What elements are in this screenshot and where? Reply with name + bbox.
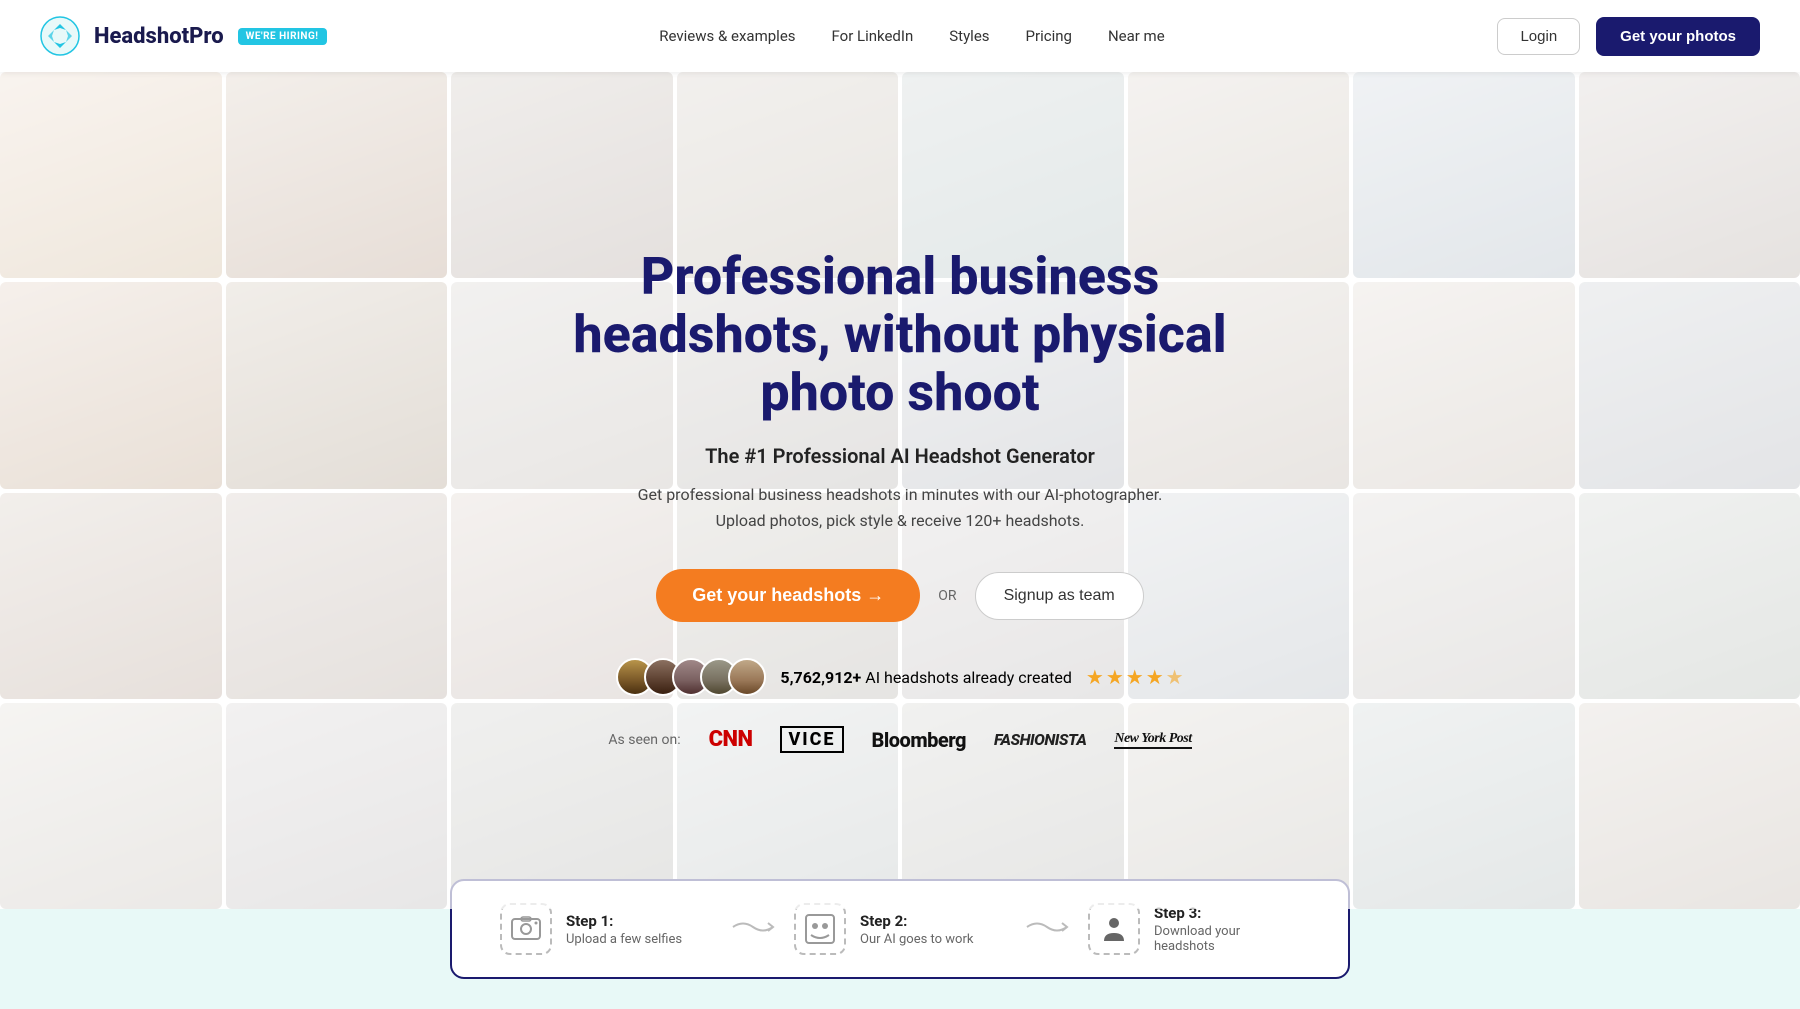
- selfie-icon: [510, 913, 542, 945]
- step-arrow-2: [1022, 913, 1072, 946]
- proof-count-text: 5,762,912+ AI headshots already created: [780, 668, 1071, 687]
- media-logo-cnn: CNN: [709, 727, 753, 752]
- step-2: Step 2: Our AI goes to work: [794, 903, 1006, 955]
- download-headshot-icon: [1098, 913, 1130, 945]
- nav-link-linkedin[interactable]: For LinkedIn: [832, 27, 914, 45]
- signup-team-button[interactable]: Signup as team: [975, 572, 1144, 620]
- step-3-text: Step 3: Download your headshots: [1154, 904, 1300, 954]
- nav-link-styles[interactable]: Styles: [949, 27, 989, 45]
- nav-link-near-me[interactable]: Near me: [1108, 27, 1165, 45]
- star-3: ★: [1126, 665, 1144, 689]
- step-2-desc: Our AI goes to work: [860, 932, 973, 947]
- hero-content: Professional business headshots, without…: [510, 208, 1290, 774]
- star-half: ★: [1166, 665, 1184, 689]
- step-2-icon: [794, 903, 846, 955]
- proof-label: AI headshots already created: [861, 668, 1072, 687]
- step-3: Step 3: Download your headshots: [1088, 903, 1300, 955]
- step-3-desc: Download your headshots: [1154, 924, 1300, 954]
- nav-links: Reviews & examples For LinkedIn Styles P…: [659, 27, 1164, 45]
- hero-title: Professional business headshots, without…: [530, 248, 1270, 423]
- star-2: ★: [1106, 665, 1124, 689]
- step-1: Step 1: Upload a few selfies: [500, 903, 712, 955]
- star-1: ★: [1086, 665, 1104, 689]
- step-1-desc: Upload a few selfies: [566, 932, 682, 947]
- as-seen-label: As seen on:: [608, 732, 680, 748]
- nav-link-reviews[interactable]: Reviews & examples: [659, 27, 795, 45]
- avatar: [728, 658, 766, 696]
- media-logo-bloomberg: Bloomberg: [872, 728, 966, 752]
- step-1-icon: [500, 903, 552, 955]
- as-seen-section: As seen on: CNN VICE Bloomberg FASHIONIS…: [530, 726, 1270, 753]
- media-logo-fashionista: FASHIONISTA: [994, 730, 1086, 749]
- media-logo-vice: VICE: [780, 726, 843, 753]
- get-headshots-button[interactable]: Get your headshots →: [656, 569, 920, 622]
- hero-description: Get professional business headshots in m…: [620, 482, 1180, 533]
- media-logo-nypost: New York Post: [1114, 731, 1191, 749]
- star-4: ★: [1146, 665, 1164, 689]
- step-2-title: Step 2:: [860, 912, 973, 930]
- or-divider: OR: [938, 588, 956, 604]
- step-3-icon: [1088, 903, 1140, 955]
- ai-work-icon: [804, 913, 836, 945]
- login-button[interactable]: Login: [1497, 18, 1580, 55]
- step-arrow-1: [728, 913, 778, 946]
- hero-section: Professional business headshots, without…: [0, 72, 1800, 909]
- hiring-badge: WE'RE HIRING!: [238, 28, 327, 45]
- social-proof: 5,762,912+ AI headshots already created …: [530, 658, 1270, 696]
- get-photos-button[interactable]: Get your photos: [1596, 17, 1760, 56]
- proof-count: 5,762,912+: [780, 668, 861, 687]
- star-rating: ★ ★ ★ ★ ★: [1086, 665, 1184, 689]
- nav-link-pricing[interactable]: Pricing: [1026, 27, 1072, 45]
- step-1-text: Step 1: Upload a few selfies: [566, 912, 682, 947]
- navbar: HeadshotPro WE'RE HIRING! Reviews & exam…: [0, 0, 1800, 72]
- logo-text: HeadshotPro: [94, 24, 224, 49]
- nav-logo-group: HeadshotPro WE'RE HIRING!: [40, 16, 327, 56]
- hero-subtitle: The #1 Professional AI Headshot Generato…: [530, 444, 1270, 468]
- avatar-group: [616, 658, 766, 696]
- hero-buttons: Get your headshots → OR Signup as team: [530, 569, 1270, 622]
- logo-icon: [40, 16, 80, 56]
- nav-right: Login Get your photos: [1497, 17, 1760, 56]
- step-2-text: Step 2: Our AI goes to work: [860, 912, 973, 947]
- steps-bar: Step 1: Upload a few selfies Step 2:: [0, 909, 1800, 1009]
- step-1-title: Step 1:: [566, 912, 682, 930]
